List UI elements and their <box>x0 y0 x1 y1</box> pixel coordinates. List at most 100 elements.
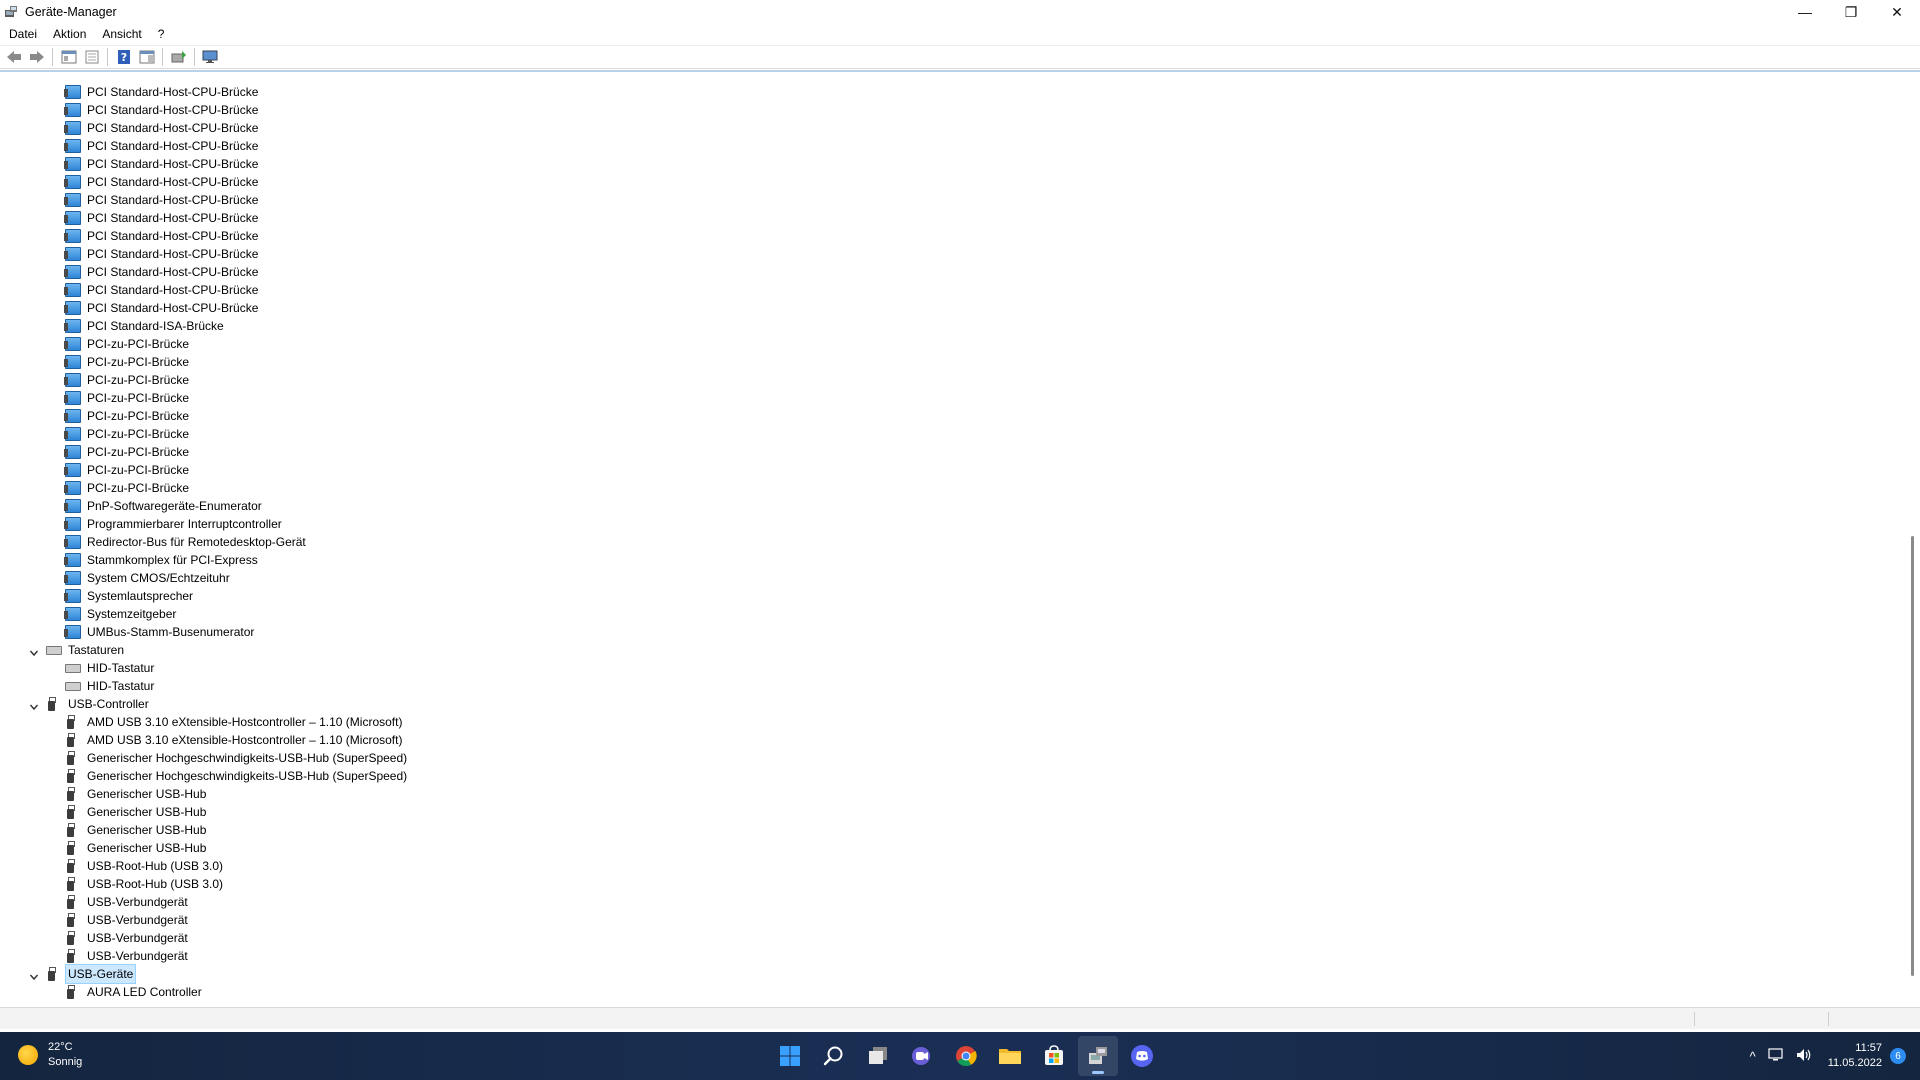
tree-item[interactable]: PCI Standard-Host-CPU-Brücke <box>0 227 1900 245</box>
volume-icon[interactable] <box>1796 1048 1812 1065</box>
store-icon[interactable] <box>1034 1036 1074 1076</box>
tray-overflow-chevron-icon[interactable]: ^ <box>1750 1049 1756 1064</box>
tree-category[interactable]: Tastaturen <box>0 641 1900 659</box>
tree-item[interactable]: PCI-zu-PCI-Brücke <box>0 407 1900 425</box>
menu-aktion[interactable]: Aktion <box>45 24 94 44</box>
update-driver-icon[interactable] <box>168 47 190 67</box>
tree-item[interactable]: PCI-zu-PCI-Brücke <box>0 389 1900 407</box>
start-icon[interactable] <box>770 1036 810 1076</box>
tree-item[interactable]: PCI Standard-Host-CPU-Brücke <box>0 155 1900 173</box>
tree-item[interactable]: USB-Verbundgerät <box>0 929 1900 947</box>
tree-item[interactable]: AMD USB 3.10 eXtensible-Hostcontroller –… <box>0 713 1900 731</box>
chevron-down-icon[interactable] <box>29 699 39 711</box>
tree-item[interactable]: PCI-zu-PCI-Brücke <box>0 371 1900 389</box>
tree-item[interactable]: PCI Standard-Host-CPU-Brücke <box>0 263 1900 281</box>
tree-item[interactable]: Redirector-Bus für Remotedesktop-Gerät <box>0 533 1900 551</box>
tree-category[interactable]: USB-Geräte <box>0 964 1900 984</box>
device-manager-icon[interactable] <box>1078 1036 1118 1076</box>
search-icon[interactable] <box>814 1036 854 1076</box>
chrome-icon[interactable] <box>946 1036 986 1076</box>
forward-icon[interactable] <box>26 47 48 67</box>
tree-item[interactable]: PCI Standard-Host-CPU-Brücke <box>0 245 1900 263</box>
tree-item[interactable]: PCI Standard-Host-CPU-Brücke <box>0 119 1900 137</box>
tree-item[interactable]: AURA LED Controller <box>0 983 1900 1001</box>
usb-icon <box>65 949 75 963</box>
minimize-button[interactable]: — <box>1782 0 1828 24</box>
tree-item[interactable]: Generischer Hochgeschwindigkeits-USB-Hub… <box>0 767 1900 785</box>
tree-item[interactable]: PCI Standard-Host-CPU-Brücke <box>0 299 1900 317</box>
scan-hardware-icon[interactable] <box>200 47 222 67</box>
tree-item[interactable]: Generischer USB-Hub <box>0 821 1900 839</box>
tree-item[interactable]: PCI-zu-PCI-Brücke <box>0 443 1900 461</box>
tree-item[interactable]: Stammkomplex für PCI-Express <box>0 551 1900 569</box>
taskbar-apps <box>768 1036 1164 1076</box>
tree-item-label: PCI-zu-PCI-Brücke <box>87 463 190 477</box>
file-explorer-icon[interactable] <box>990 1036 1030 1076</box>
system-device-icon <box>64 157 81 171</box>
tree-item[interactable]: HID-Tastatur <box>0 659 1900 677</box>
tree-item[interactable]: PCI Standard-Host-CPU-Brücke <box>0 137 1900 155</box>
tree-item[interactable]: PCI-zu-PCI-Brücke <box>0 461 1900 479</box>
tree-item[interactable]: PCI Standard-ISA-Brücke <box>0 317 1900 335</box>
usb-icon <box>65 931 75 945</box>
back-icon[interactable] <box>3 47 25 67</box>
tree-item-label: PCI-zu-PCI-Brücke <box>87 481 190 495</box>
tree-item-label: HID-Tastatur <box>87 679 155 693</box>
chevron-down-icon[interactable] <box>29 645 39 657</box>
tree-item[interactable]: UMBus-Stamm-Busenumerator <box>0 623 1900 641</box>
discord-icon[interactable] <box>1122 1036 1162 1076</box>
scrollbar-thumb[interactable] <box>1911 536 1914 976</box>
tree-item[interactable]: System CMOS/Echtzeituhr <box>0 569 1900 587</box>
device-tree-pane[interactable]: PCI Standard-Host-CPU-Brücke PCI Standard… <box>0 70 1920 1005</box>
tree-item[interactable]: PCI Standard-Host-CPU-Brücke <box>0 173 1900 191</box>
tree-item[interactable]: Generischer USB-Hub <box>0 839 1900 857</box>
svg-text:?: ? <box>121 51 127 64</box>
tree-item-label: PCI Standard-Host-CPU-Brücke <box>87 283 259 297</box>
tree-item[interactable]: USB-Verbundgerät <box>0 911 1900 929</box>
chevron-down-icon[interactable] <box>29 969 39 981</box>
maximize-button[interactable]: ❐ <box>1828 0 1874 24</box>
tree-item[interactable]: PCI Standard-Host-CPU-Brücke <box>0 281 1900 299</box>
notification-badge[interactable]: 6 <box>1890 1048 1906 1064</box>
tree-item[interactable]: USB-Root-Hub (USB 3.0) <box>0 875 1900 893</box>
vertical-scrollbar[interactable] <box>1910 76 1914 1001</box>
menu-help[interactable]: ? <box>150 24 173 44</box>
tree-item[interactable]: Generischer Hochgeschwindigkeits-USB-Hub… <box>0 749 1900 767</box>
tree-item[interactable]: Generischer USB-Hub <box>0 803 1900 821</box>
tree-item[interactable]: Systemlautsprecher <box>0 587 1900 605</box>
tree-item[interactable]: PCI Standard-Host-CPU-Brücke <box>0 209 1900 227</box>
tree-item[interactable]: PCI-zu-PCI-Brücke <box>0 479 1900 497</box>
task-view-icon[interactable] <box>858 1036 898 1076</box>
tree-item[interactable]: Systemzeitgeber <box>0 605 1900 623</box>
network-icon[interactable] <box>1768 1047 1784 1065</box>
tree-item[interactable]: PCI-zu-PCI-Brücke <box>0 425 1900 443</box>
tree-item[interactable]: PCI Standard-Host-CPU-Brücke <box>0 101 1900 119</box>
menu-bar: Datei Aktion Ansicht ? <box>0 24 1920 44</box>
tree-item[interactable]: PCI-zu-PCI-Brücke <box>0 353 1900 371</box>
tree-item[interactable]: USB-Verbundgerät <box>0 893 1900 911</box>
close-button[interactable]: ✕ <box>1874 0 1920 24</box>
menu-ansicht[interactable]: Ansicht <box>94 24 149 44</box>
tree-item[interactable]: Generischer USB-Hub <box>0 785 1900 803</box>
tree-item[interactable]: PCI-zu-PCI-Brücke <box>0 335 1900 353</box>
tree-item[interactable]: HID-Tastatur <box>0 677 1900 695</box>
status-bar <box>0 1007 1920 1029</box>
clock[interactable]: 11:57 11.05.2022 <box>1828 1041 1882 1071</box>
weather-widget[interactable]: 22°C Sonnig <box>18 1040 82 1070</box>
tree-item[interactable]: PnP-Softwaregeräte-Enumerator <box>0 497 1900 515</box>
tree-item[interactable]: USB-Verbundgerät <box>0 947 1900 965</box>
properties-icon[interactable] <box>81 47 103 67</box>
console-tree-icon[interactable] <box>58 47 80 67</box>
tree-item[interactable]: PCI Standard-Host-CPU-Brücke <box>0 83 1900 101</box>
tree-item[interactable]: Programmierbarer Interruptcontroller <box>0 515 1900 533</box>
tree-item[interactable]: USB-Root-Hub (USB 3.0) <box>0 857 1900 875</box>
action-pane-icon[interactable] <box>136 47 158 67</box>
chat-icon[interactable] <box>902 1036 942 1076</box>
help-icon[interactable]: ? <box>113 47 135 67</box>
tree-item-label: USB-Geräte <box>64 964 137 984</box>
tree-item[interactable]: PCI Standard-Host-CPU-Brücke <box>0 191 1900 209</box>
tree-item[interactable]: AMD USB 3.10 eXtensible-Hostcontroller –… <box>0 731 1900 749</box>
menu-datei[interactable]: Datei <box>0 24 45 44</box>
tree-category[interactable]: USB-Controller <box>0 695 1900 713</box>
taskbar: 22°C Sonnig ^ 11:57 11.05.2022 6 <box>0 1032 1920 1080</box>
